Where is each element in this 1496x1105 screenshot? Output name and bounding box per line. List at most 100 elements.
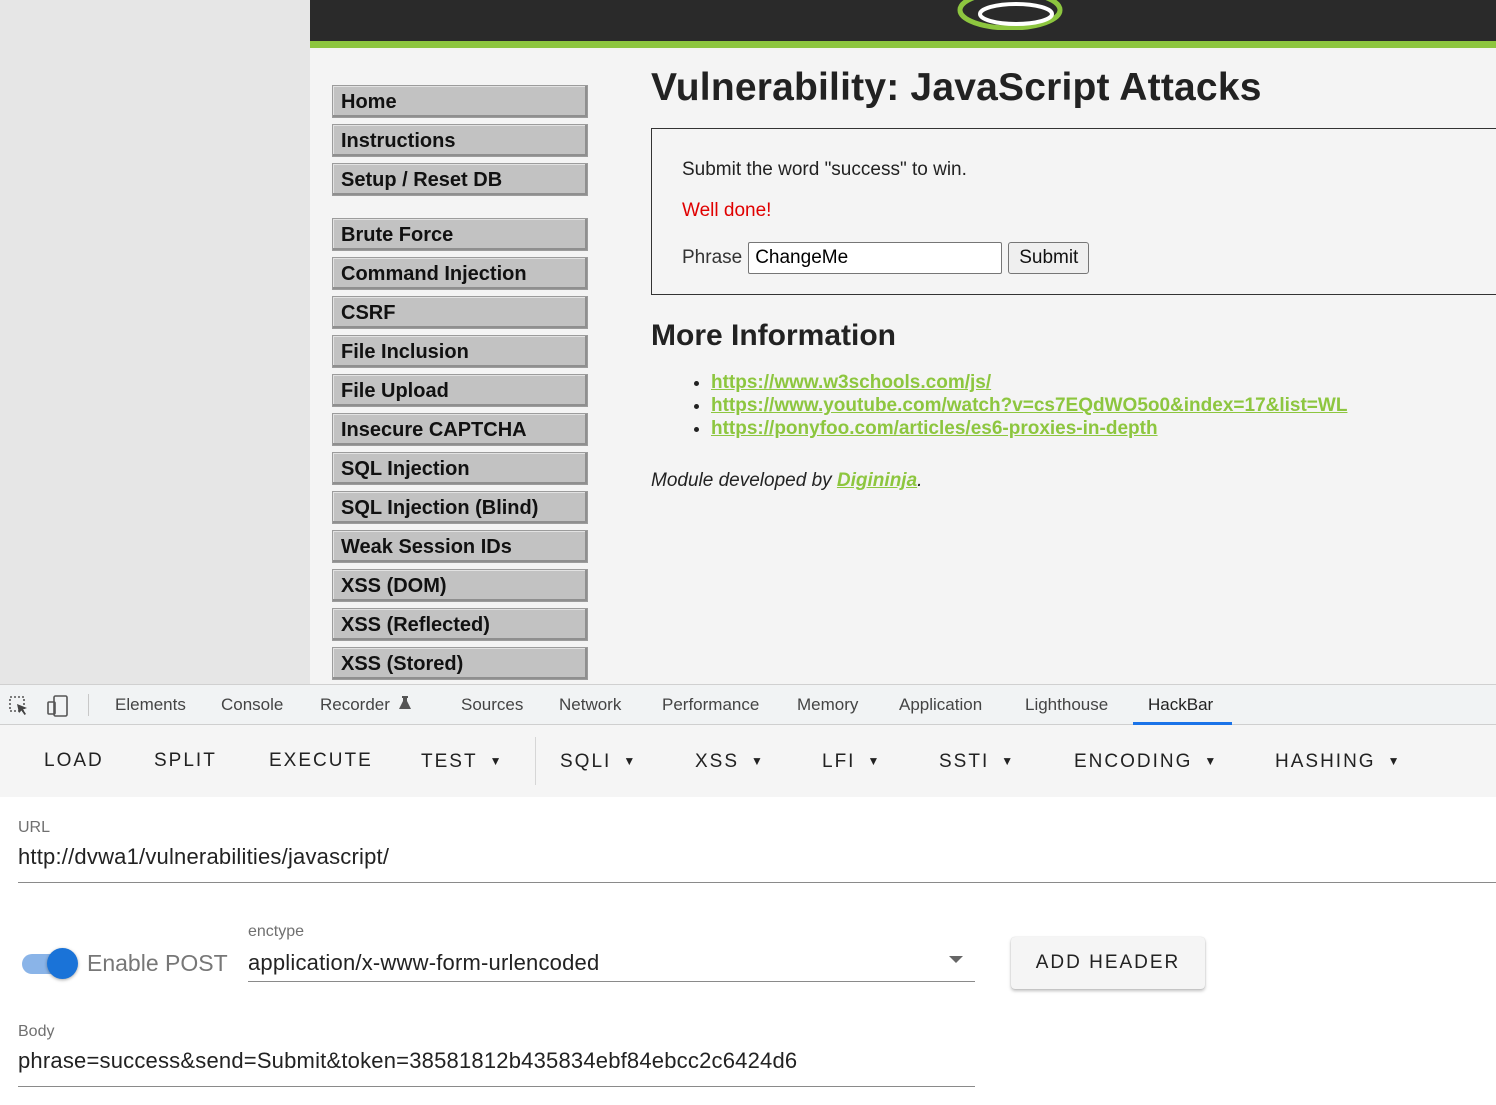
- menu-item-insecure-captcha[interactable]: Insecure CAPTCHA: [332, 413, 588, 446]
- enable-post-label: Enable POST: [87, 950, 228, 976]
- link-youtube[interactable]: https://www.youtube.com/watch?v=cs7EQdWO…: [711, 395, 1347, 416]
- xss-label: XSS: [695, 751, 740, 772]
- link-ponyfoo[interactable]: https://ponyfoo.com/articles/es6-proxies…: [711, 418, 1158, 439]
- menu-item-sql-injection-blind[interactable]: SQL Injection (Blind): [332, 491, 588, 524]
- sidebar-menu: Home Instructions Setup / Reset DB Brute…: [332, 85, 588, 684]
- load-button[interactable]: LOAD: [44, 725, 104, 797]
- enable-post-toggle[interactable]: [47, 948, 78, 979]
- url-underline: [18, 882, 1496, 883]
- dvwa-header: [310, 0, 1496, 41]
- lfi-label: LFI: [822, 751, 856, 772]
- menu-item-setup-reset-db[interactable]: Setup / Reset DB: [332, 163, 588, 196]
- header-accent-stripe: [310, 41, 1496, 48]
- menu-item-file-upload[interactable]: File Upload: [332, 374, 588, 407]
- toolbar-divider: [88, 694, 89, 716]
- lfi-menu-button[interactable]: LFI ▼: [822, 725, 879, 797]
- ssti-menu-button[interactable]: SSTI ▼: [939, 725, 1013, 797]
- menu-vulnerabilities-group: Brute Force Command Injection CSRF File …: [332, 218, 588, 680]
- tab-performance[interactable]: Performance: [662, 685, 759, 725]
- caret-down-icon: ▼: [867, 754, 880, 768]
- tab-console[interactable]: Console: [221, 685, 283, 725]
- menu-item-xss-dom[interactable]: XSS (DOM): [332, 569, 588, 602]
- tab-recorder[interactable]: Recorder: [320, 685, 413, 725]
- tab-network[interactable]: Network: [559, 685, 621, 725]
- dvwa-page: Home Instructions Setup / Reset DB Brute…: [310, 0, 1496, 684]
- caret-down-icon: ▼: [751, 754, 763, 768]
- link-w3schools[interactable]: https://www.w3schools.com/js/: [711, 372, 991, 393]
- toolbar-divider: [535, 737, 536, 785]
- hashing-label: HASHING: [1275, 751, 1376, 772]
- menu-primary-group: Home Instructions Setup / Reset DB: [332, 85, 588, 196]
- menu-item-csrf[interactable]: CSRF: [332, 296, 588, 329]
- caret-down-icon: ▼: [1001, 754, 1014, 768]
- enctype-label: enctype: [248, 923, 305, 940]
- url-label: URL: [18, 819, 51, 836]
- tab-application[interactable]: Application: [899, 685, 982, 725]
- phrase-form: Phrase Submit: [682, 242, 1496, 274]
- main-content: Vulnerability: JavaScript Attacks Submit…: [651, 60, 1496, 492]
- devtools-panel: Elements Console Recorder Sources Networ…: [0, 684, 1496, 1105]
- more-information-links: https://www.w3schools.com/js/ https://ww…: [651, 371, 1496, 440]
- list-item: https://ponyfoo.com/articles/es6-proxies…: [711, 417, 1496, 440]
- menu-item-instructions[interactable]: Instructions: [332, 124, 588, 157]
- list-item: https://www.youtube.com/watch?v=cs7EQdWO…: [711, 394, 1496, 417]
- phrase-label: Phrase: [682, 247, 743, 268]
- body-label: Body: [18, 1023, 55, 1040]
- tab-memory[interactable]: Memory: [797, 685, 858, 725]
- url-input[interactable]: http://dvwa1/vulnerabilities/javascript/: [18, 844, 389, 870]
- enctype-select[interactable]: application/x-www-form-urlencoded: [248, 950, 599, 976]
- sqli-label: SQLI: [560, 751, 612, 772]
- caret-down-icon: ▼: [623, 754, 636, 768]
- device-toolbar-icon[interactable]: [46, 695, 70, 717]
- credit-author-link[interactable]: Digininja: [837, 470, 917, 491]
- result-message: Well done!: [682, 200, 772, 221]
- hackbar-toolbar: LOAD SPLIT EXECUTE TEST ▼ SQLI ▼ XSS ▼ LFI ▼…: [0, 725, 1496, 797]
- phrase-input[interactable]: [748, 242, 1003, 274]
- xss-menu-button[interactable]: XSS ▼: [695, 725, 763, 797]
- tab-lighthouse[interactable]: Lighthouse: [1025, 685, 1108, 725]
- hashing-menu-button[interactable]: HASHING ▼: [1275, 725, 1399, 797]
- menu-item-command-injection[interactable]: Command Injection: [332, 257, 588, 290]
- menu-item-file-inclusion[interactable]: File Inclusion: [332, 335, 588, 368]
- devtools-tab-bar: Elements Console Recorder Sources Networ…: [0, 684, 1496, 725]
- inspect-element-icon[interactable]: [8, 695, 30, 717]
- menu-item-sql-injection[interactable]: SQL Injection: [332, 452, 588, 485]
- body-input[interactable]: phrase=success&send=Submit&token=3858181…: [18, 1048, 797, 1074]
- chevron-down-icon[interactable]: [949, 956, 963, 963]
- encoding-menu-button[interactable]: ENCODING ▼: [1074, 725, 1216, 797]
- credit-prefix: Module developed by: [651, 470, 837, 491]
- tab-hackbar[interactable]: HackBar: [1148, 685, 1213, 725]
- menu-item-home[interactable]: Home: [332, 85, 588, 118]
- sqli-menu-button[interactable]: SQLI ▼: [560, 725, 635, 797]
- caret-down-icon: ▼: [489, 754, 502, 768]
- tab-sources[interactable]: Sources: [461, 685, 523, 725]
- module-credit: Module developed by Digininja.: [651, 470, 1496, 492]
- instruction-text: Submit the word "success" to win.: [682, 159, 967, 180]
- list-item: https://www.w3schools.com/js/: [711, 371, 1496, 394]
- dvwa-logo-icon: [957, 0, 1063, 30]
- test-label: TEST: [421, 751, 478, 772]
- menu-item-brute-force[interactable]: Brute Force: [332, 218, 588, 251]
- vulnerability-box: Submit the word "success" to win. Well d…: [651, 128, 1496, 295]
- caret-down-icon: ▼: [1204, 754, 1217, 768]
- add-header-button[interactable]: ADD HEADER: [1011, 937, 1205, 989]
- flask-icon: [398, 696, 411, 709]
- tab-recorder-label: Recorder: [320, 695, 390, 714]
- split-button[interactable]: SPLIT: [154, 725, 217, 797]
- execute-button[interactable]: EXECUTE: [269, 725, 373, 797]
- menu-item-xss-stored[interactable]: XSS (Stored): [332, 647, 588, 680]
- web-page-viewport: Home Instructions Setup / Reset DB Brute…: [0, 0, 1496, 684]
- enctype-underline: [248, 981, 975, 982]
- body-underline: [18, 1086, 975, 1087]
- test-menu-button[interactable]: TEST ▼: [421, 725, 501, 797]
- ssti-label: SSTI: [939, 751, 990, 772]
- encoding-label: ENCODING: [1074, 751, 1193, 772]
- credit-suffix: .: [917, 470, 923, 491]
- menu-item-weak-session-ids[interactable]: Weak Session IDs: [332, 530, 588, 563]
- menu-item-xss-reflected[interactable]: XSS (Reflected): [332, 608, 588, 641]
- caret-down-icon: ▼: [1387, 754, 1400, 768]
- tab-elements[interactable]: Elements: [115, 685, 186, 725]
- more-information-heading: More Information: [651, 319, 896, 352]
- page-title: Vulnerability: JavaScript Attacks: [651, 66, 1262, 109]
- submit-button[interactable]: Submit: [1008, 242, 1090, 274]
